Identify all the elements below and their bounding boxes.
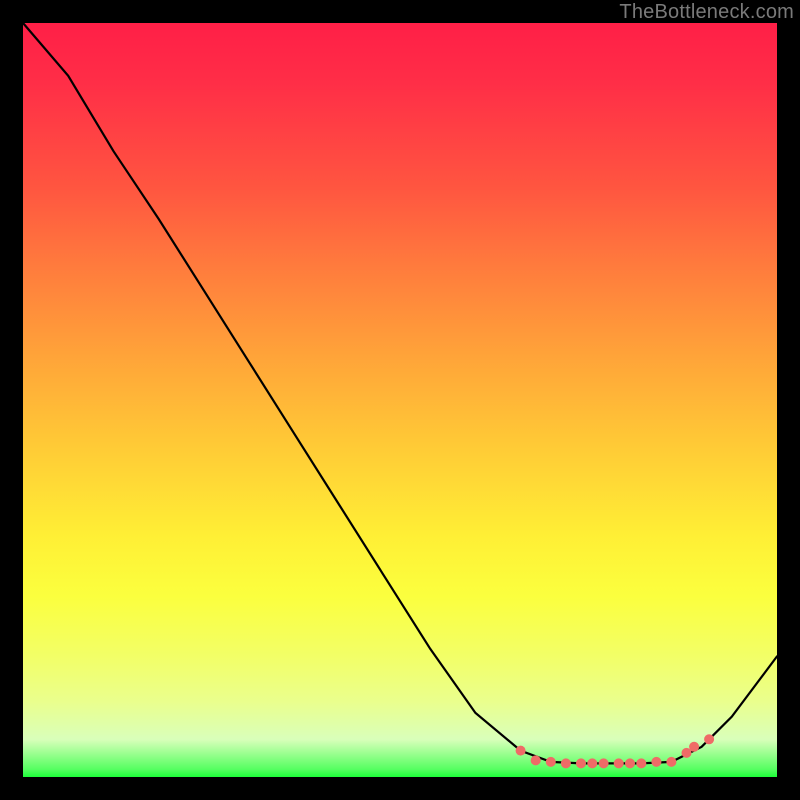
curve-marker xyxy=(625,758,635,768)
curve-marker xyxy=(689,742,699,752)
chart-stage: TheBottleneck.com xyxy=(0,0,800,800)
curve-marker xyxy=(599,758,609,768)
curve-marker xyxy=(704,734,714,744)
curve-marker xyxy=(614,758,624,768)
curve-marker xyxy=(546,757,556,767)
chart-svg xyxy=(23,23,777,777)
bottleneck-curve-path xyxy=(23,23,777,763)
chart-plot-area xyxy=(23,23,777,777)
curve-marker xyxy=(636,758,646,768)
curve-marker xyxy=(666,757,676,767)
curve-marker xyxy=(587,758,597,768)
curve-marker xyxy=(531,755,541,765)
curve-marker xyxy=(561,758,571,768)
curve-marker xyxy=(651,757,661,767)
watermark-text: TheBottleneck.com xyxy=(619,1,794,24)
curve-marker xyxy=(576,758,586,768)
curve-markers xyxy=(516,734,715,768)
curve-marker xyxy=(516,746,526,756)
